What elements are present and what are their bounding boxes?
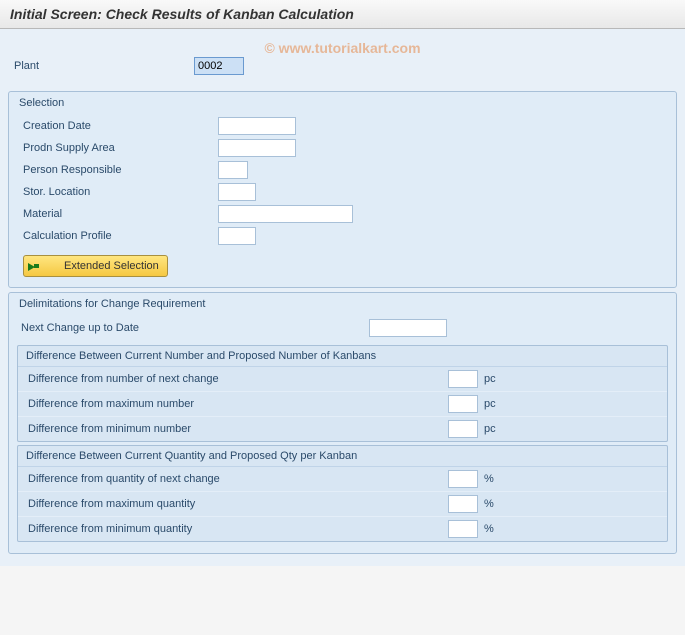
number-next-row: Difference from number of next change pc	[18, 367, 667, 392]
number-max-row: Difference from maximum number pc	[18, 392, 667, 417]
plant-row: Plant	[8, 37, 677, 87]
qty-next-row: Difference from quantity of next change …	[18, 467, 667, 492]
qty-next-label: Difference from quantity of next change	[28, 473, 448, 485]
content-area: Plant Selection Creation Date Prodn Supp…	[0, 29, 685, 566]
calc-profile-row: Calculation Profile	[17, 225, 668, 247]
page-title: Initial Screen: Check Results of Kanban …	[10, 6, 354, 22]
stor-loc-label: Stor. Location	[23, 186, 218, 198]
responsible-row: Person Responsible	[17, 159, 668, 181]
title-bar: Initial Screen: Check Results of Kanban …	[0, 0, 685, 29]
creation-date-input[interactable]	[218, 117, 296, 135]
number-min-label: Difference from minimum number	[28, 423, 448, 435]
qty-min-input[interactable]	[448, 520, 478, 538]
creation-date-row: Creation Date	[17, 115, 668, 137]
selection-title: Selection	[17, 95, 668, 115]
calc-profile-input[interactable]	[218, 227, 256, 245]
next-change-row: Next Change up to Date	[17, 316, 668, 342]
responsible-label: Person Responsible	[23, 164, 218, 176]
material-row: Material	[17, 203, 668, 225]
stor-loc-row: Stor. Location	[17, 181, 668, 203]
supply-area-input[interactable]	[218, 139, 296, 157]
qty-diff-title: Difference Between Current Quantity and …	[18, 446, 667, 467]
qty-diff-groupbox: Difference Between Current Quantity and …	[17, 445, 668, 542]
number-diff-title: Difference Between Current Number and Pr…	[18, 346, 667, 367]
extended-selection-button[interactable]: Extended Selection	[23, 255, 168, 277]
creation-date-label: Creation Date	[23, 120, 218, 132]
qty-max-row: Difference from maximum quantity %	[18, 492, 667, 517]
number-diff-groupbox: Difference Between Current Number and Pr…	[17, 345, 668, 442]
number-min-input[interactable]	[448, 420, 478, 438]
number-max-unit: pc	[484, 398, 496, 410]
number-next-input[interactable]	[448, 370, 478, 388]
qty-min-unit: %	[484, 523, 494, 535]
plant-label: Plant	[14, 60, 194, 72]
number-max-label: Difference from maximum number	[28, 398, 448, 410]
qty-min-row: Difference from minimum quantity %	[18, 517, 667, 541]
number-next-unit: pc	[484, 373, 496, 385]
delimitations-groupbox: Delimitations for Change Requirement Nex…	[8, 292, 677, 554]
number-max-input[interactable]	[448, 395, 478, 413]
next-change-label: Next Change up to Date	[21, 322, 369, 334]
next-change-input[interactable]	[369, 319, 447, 337]
qty-max-label: Difference from maximum quantity	[28, 498, 448, 510]
selection-groupbox: Selection Creation Date Prodn Supply Are…	[8, 91, 677, 288]
qty-max-input[interactable]	[448, 495, 478, 513]
number-next-label: Difference from number of next change	[28, 373, 448, 385]
delimitations-title: Delimitations for Change Requirement	[17, 296, 668, 316]
number-min-row: Difference from minimum number pc	[18, 417, 667, 441]
qty-next-unit: %	[484, 473, 494, 485]
extended-selection-label: Extended Selection	[64, 260, 159, 272]
number-min-unit: pc	[484, 423, 496, 435]
plant-input[interactable]	[194, 57, 244, 75]
qty-max-unit: %	[484, 498, 494, 510]
qty-next-input[interactable]	[448, 470, 478, 488]
stor-loc-input[interactable]	[218, 183, 256, 201]
supply-area-label: Prodn Supply Area	[23, 142, 218, 154]
calc-profile-label: Calculation Profile	[23, 230, 218, 242]
responsible-input[interactable]	[218, 161, 248, 179]
material-label: Material	[23, 208, 218, 220]
arrow-right-icon	[28, 260, 40, 272]
supply-area-row: Prodn Supply Area	[17, 137, 668, 159]
material-input[interactable]	[218, 205, 353, 223]
qty-min-label: Difference from minimum quantity	[28, 523, 448, 535]
